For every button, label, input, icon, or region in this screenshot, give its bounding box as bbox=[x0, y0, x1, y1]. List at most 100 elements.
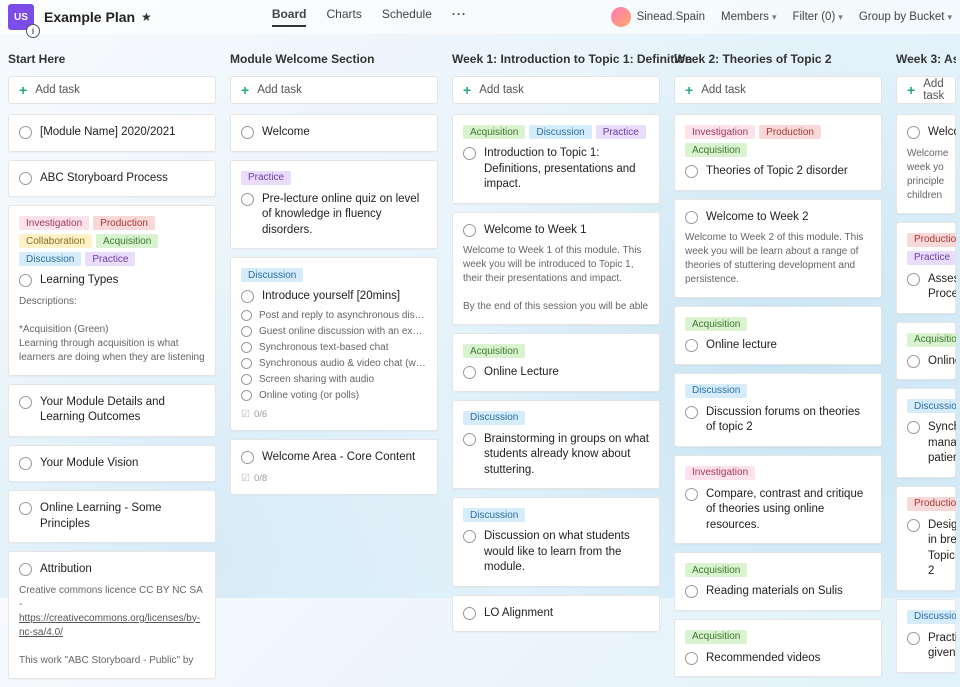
complete-ring-icon[interactable] bbox=[241, 310, 252, 321]
add-task-button[interactable]: +Add task bbox=[230, 76, 438, 104]
tag[interactable]: Practice bbox=[85, 252, 135, 266]
task-card[interactable]: AcquisitionRecommended videos bbox=[674, 619, 882, 678]
task-card[interactable]: ProductionDesign in brea Topic 2 bbox=[896, 486, 956, 591]
tag[interactable]: Acquisition bbox=[685, 563, 747, 577]
checklist-item[interactable]: Synchronous text-based chat bbox=[241, 342, 427, 353]
complete-ring-icon[interactable] bbox=[685, 488, 698, 501]
tab-schedule[interactable]: Schedule bbox=[382, 7, 432, 27]
complete-ring-icon[interactable] bbox=[907, 421, 920, 434]
tag[interactable]: Production bbox=[907, 497, 956, 511]
complete-ring-icon[interactable] bbox=[907, 519, 920, 532]
complete-ring-icon[interactable] bbox=[19, 126, 32, 139]
task-card[interactable]: LO Alignment bbox=[452, 595, 660, 633]
task-card[interactable]: InvestigationProductionAcquisitionTheori… bbox=[674, 114, 882, 191]
bucket-title[interactable]: Week 2: Theories of Topic 2 bbox=[674, 52, 882, 66]
complete-ring-icon[interactable] bbox=[19, 563, 32, 576]
complete-ring-icon[interactable] bbox=[685, 165, 698, 178]
complete-ring-icon[interactable] bbox=[19, 457, 32, 470]
complete-ring-icon[interactable] bbox=[685, 406, 698, 419]
tag[interactable]: Discussion bbox=[241, 268, 303, 282]
complete-ring-icon[interactable] bbox=[241, 451, 254, 464]
task-card[interactable]: PracticePre-lecture online quiz on level… bbox=[230, 160, 438, 250]
tag[interactable]: Discussion bbox=[907, 399, 956, 413]
complete-ring-icon[interactable] bbox=[241, 126, 254, 139]
complete-ring-icon[interactable] bbox=[241, 290, 254, 303]
complete-ring-icon[interactable] bbox=[907, 632, 920, 645]
checklist-item[interactable]: Online voting (or polls) bbox=[241, 390, 427, 401]
checklist-item[interactable]: Synchronous audio & video chat (web conf… bbox=[241, 358, 427, 369]
task-card[interactable]: DiscussionPractice given s bbox=[896, 599, 956, 673]
tag[interactable]: Acquisition bbox=[685, 630, 747, 644]
tag[interactable]: Production bbox=[93, 216, 155, 230]
task-card[interactable]: InvestigationCompare, contrast and criti… bbox=[674, 455, 882, 545]
task-card[interactable]: Welcome Area - Core Content0/8 bbox=[230, 439, 438, 496]
tag[interactable]: Acquisition bbox=[463, 125, 525, 139]
tag[interactable]: Production bbox=[759, 125, 821, 139]
tag[interactable]: Acquisition bbox=[463, 344, 525, 358]
tag[interactable]: Discussion bbox=[529, 125, 591, 139]
complete-ring-icon[interactable] bbox=[19, 172, 32, 185]
complete-ring-icon[interactable] bbox=[463, 530, 476, 543]
task-card[interactable]: DiscussionIntroduce yourself [20mins]Pos… bbox=[230, 257, 438, 431]
complete-ring-icon[interactable] bbox=[685, 339, 698, 352]
add-task-button[interactable]: +Add task bbox=[674, 76, 882, 104]
task-card[interactable]: Online Learning - Some Principles bbox=[8, 490, 216, 543]
task-card[interactable]: Investigation ProductionCollaboration Acqu… bbox=[8, 205, 216, 376]
tag[interactable]: Acquisition bbox=[96, 234, 158, 248]
tag[interactable]: Practice bbox=[907, 251, 956, 265]
complete-ring-icon[interactable] bbox=[907, 273, 920, 286]
complete-ring-icon[interactable] bbox=[463, 224, 476, 237]
tag[interactable]: Practice bbox=[241, 171, 291, 185]
add-task-button[interactable]: +Add task bbox=[8, 76, 216, 104]
tab-board[interactable]: Board bbox=[272, 7, 307, 27]
bucket-title[interactable]: Module Welcome Section bbox=[230, 52, 438, 66]
tag[interactable]: Acquisition bbox=[907, 333, 956, 347]
info-icon[interactable]: i bbox=[26, 24, 40, 38]
members-menu[interactable]: Members▾ bbox=[721, 11, 776, 23]
task-card[interactable]: Your Module Details and Learning Outcome… bbox=[8, 384, 216, 437]
task-card[interactable]: ProductionPracticeAssessm Proced bbox=[896, 222, 956, 314]
complete-ring-icon[interactable] bbox=[463, 607, 476, 620]
tag[interactable]: Production bbox=[907, 233, 956, 247]
task-card[interactable]: Your Module Vision bbox=[8, 445, 216, 483]
task-card[interactable]: WelcomWelcome week yo principle children bbox=[896, 114, 956, 214]
complete-ring-icon[interactable] bbox=[241, 358, 252, 369]
complete-ring-icon[interactable] bbox=[241, 342, 252, 353]
license-link[interactable]: https://creativecommons.org/licenses/by-… bbox=[19, 613, 200, 638]
complete-ring-icon[interactable] bbox=[19, 502, 32, 515]
complete-ring-icon[interactable] bbox=[463, 147, 476, 160]
tag[interactable]: Investigation bbox=[685, 466, 755, 480]
tag[interactable]: Collaboration bbox=[19, 234, 92, 248]
task-card[interactable]: DiscussionDiscussion on what students wo… bbox=[452, 497, 660, 587]
task-card[interactable]: [Module Name] 2020/2021 bbox=[8, 114, 216, 152]
tag[interactable]: Acquisition bbox=[685, 143, 747, 157]
tag[interactable]: Investigation bbox=[19, 216, 89, 230]
complete-ring-icon[interactable] bbox=[907, 126, 920, 139]
complete-ring-icon[interactable] bbox=[241, 193, 254, 206]
complete-ring-icon[interactable] bbox=[685, 585, 698, 598]
complete-ring-icon[interactable] bbox=[463, 366, 476, 379]
task-card[interactable]: AcquisitionDiscussionPracticeIntroductio… bbox=[452, 114, 660, 204]
task-card[interactable]: Welcome to Week 2Welcome to Week 2 of th… bbox=[674, 199, 882, 299]
tag[interactable]: Discussion bbox=[907, 610, 956, 624]
task-card[interactable]: Welcome bbox=[230, 114, 438, 152]
add-task-button[interactable]: +Add task bbox=[452, 76, 660, 104]
task-card[interactable]: AttributionCreative commons licence CC B… bbox=[8, 551, 216, 679]
complete-ring-icon[interactable] bbox=[241, 390, 252, 401]
tab-charts[interactable]: Charts bbox=[326, 7, 361, 27]
tag[interactable]: Discussion bbox=[19, 252, 81, 266]
filter-menu[interactable]: Filter (0)▾ bbox=[792, 11, 842, 23]
group-menu[interactable]: Group by Bucket▾ bbox=[859, 11, 952, 23]
task-card[interactable]: AcquisitionOnline Lecture bbox=[452, 333, 660, 392]
complete-ring-icon[interactable] bbox=[241, 374, 252, 385]
checklist-item[interactable]: Guest online discussion with an expert bbox=[241, 326, 427, 337]
checklist-item[interactable]: Screen sharing with audio bbox=[241, 374, 427, 385]
bucket-title[interactable]: Week 3: Asse bbox=[896, 52, 956, 66]
tag[interactable]: Practice bbox=[596, 125, 646, 139]
task-card[interactable]: AcquisitionReading materials on Sulis bbox=[674, 552, 882, 611]
tag[interactable]: Discussion bbox=[463, 411, 525, 425]
bucket-title[interactable]: Week 1: Introduction to Topic 1: Definit… bbox=[452, 52, 660, 66]
complete-ring-icon[interactable] bbox=[241, 326, 252, 337]
task-card[interactable]: ABC Storyboard Process bbox=[8, 160, 216, 198]
add-task-button[interactable]: +Add task bbox=[896, 76, 956, 104]
